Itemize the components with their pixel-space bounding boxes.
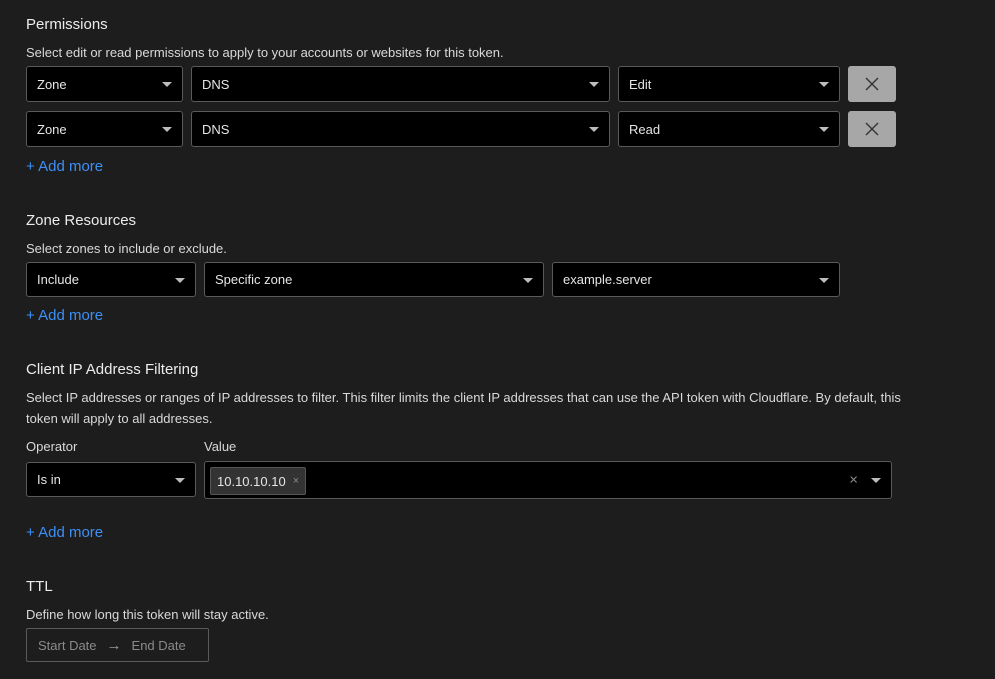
close-icon — [865, 77, 879, 91]
chevron-down-icon — [819, 82, 829, 87]
chevron-down-icon — [162, 82, 172, 87]
ttl-description: Define how long this token will stay act… — [26, 607, 269, 622]
permission-resource-select-1[interactable]: DNS — [191, 66, 610, 102]
chevron-down-icon — [175, 477, 185, 483]
ip-value-multiselect[interactable]: 10.10.10.10 × × — [204, 461, 892, 499]
zone-include-select[interactable]: Include — [26, 262, 196, 297]
permission-resource-select-2[interactable]: DNS — [191, 111, 610, 147]
close-icon — [865, 122, 879, 136]
start-date-input[interactable]: Start Date — [38, 638, 97, 653]
operator-label: Operator — [26, 439, 78, 454]
chevron-down-icon — [819, 127, 829, 132]
clear-icon[interactable]: × — [849, 472, 858, 489]
client-ip-description: Select IP addresses or ranges of IP addr… — [26, 390, 901, 426]
permission-level-value: Read — [629, 121, 661, 137]
permission-scope-value: Zone — [37, 76, 67, 92]
tag-remove-icon[interactable]: × — [293, 475, 299, 487]
permission-scope-value: Zone — [37, 121, 67, 137]
zone-select[interactable]: example.server — [552, 262, 840, 297]
remove-permission-button-1[interactable] — [848, 66, 896, 102]
permission-level-value: Edit — [629, 76, 652, 92]
permission-level-select-2[interactable]: Read — [618, 111, 840, 147]
arrow-right-icon: → — [106, 636, 122, 654]
permission-resource-value: DNS — [202, 121, 230, 137]
ip-value-tag-label: 10.10.10.10 — [217, 473, 286, 489]
zone-resources-description: Select zones to include or exclude. — [26, 241, 227, 256]
client-ip-add-more-link[interactable]: + Add more — [26, 524, 103, 541]
permission-scope-select-1[interactable]: Zone — [26, 66, 183, 102]
permission-scope-select-2[interactable]: Zone — [26, 111, 183, 147]
chevron-down-icon — [523, 277, 533, 283]
ttl-title: TTL — [26, 578, 53, 595]
chevron-down-icon[interactable] — [871, 478, 881, 483]
remove-permission-button-2[interactable] — [848, 111, 896, 147]
chevron-down-icon — [589, 127, 599, 132]
chevron-down-icon — [589, 82, 599, 87]
chevron-down-icon — [162, 127, 172, 132]
chevron-down-icon — [819, 277, 829, 283]
permissions-title: Permissions — [26, 16, 108, 33]
ttl-date-range-picker[interactable]: Start Date → End Date — [26, 628, 209, 662]
operator-value: Is in — [37, 472, 61, 487]
permission-level-select-1[interactable]: Edit — [618, 66, 840, 102]
permissions-add-more-link[interactable]: + Add more — [26, 158, 103, 175]
end-date-input[interactable]: End Date — [132, 638, 186, 653]
zone-resources-title: Zone Resources — [26, 212, 137, 229]
client-ip-title: Client IP Address Filtering — [26, 361, 199, 378]
zone-target-value: Specific zone — [215, 272, 293, 287]
ip-value-tag: 10.10.10.10 × — [210, 467, 307, 495]
zone-value: example.server — [563, 272, 652, 287]
value-label: Value — [204, 439, 237, 454]
zone-include-value: Include — [37, 272, 79, 287]
chevron-down-icon — [175, 277, 185, 283]
permissions-description: Select edit or read permissions to apply… — [26, 45, 504, 60]
zone-target-select[interactable]: Specific zone — [204, 262, 544, 297]
operator-select[interactable]: Is in — [26, 462, 196, 497]
permission-resource-value: DNS — [202, 76, 230, 92]
zone-resources-add-more-link[interactable]: + Add more — [26, 307, 103, 324]
